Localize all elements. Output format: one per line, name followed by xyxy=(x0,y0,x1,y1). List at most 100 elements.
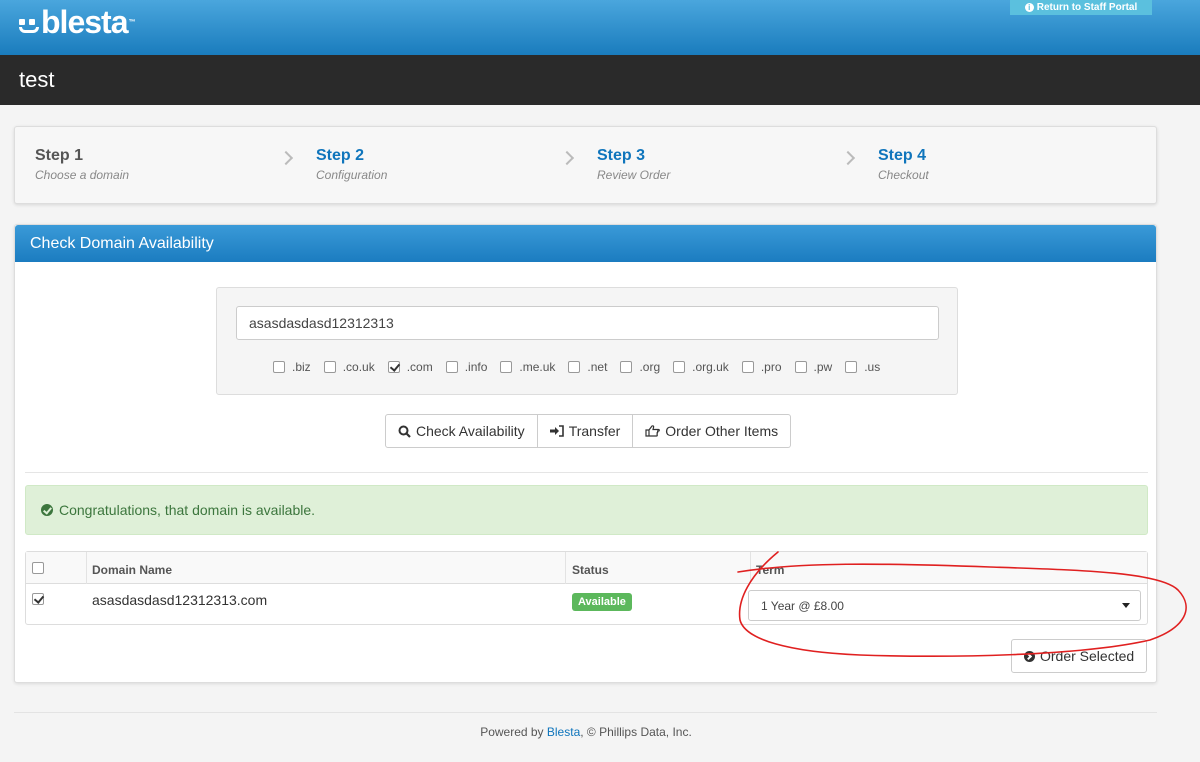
tld-label: .com xyxy=(406,360,433,374)
step-3[interactable]: Step 3 Review Order xyxy=(597,147,670,182)
chevron-right-icon xyxy=(559,150,575,166)
tld-checkbox[interactable] xyxy=(620,361,633,373)
table-header: Domain Name Status Term xyxy=(26,552,1147,584)
status-header: Status xyxy=(572,563,609,577)
logo-tm: ™ xyxy=(128,19,135,26)
order-selected-button[interactable]: Order Selected xyxy=(1011,639,1148,673)
tld-label: .us xyxy=(864,360,881,374)
tld-checkbox[interactable] xyxy=(445,361,458,373)
success-alert: Congratulations, that domain is availabl… xyxy=(25,485,1148,535)
domain-search-input[interactable] xyxy=(236,306,939,340)
step-subtitle: Choose a domain xyxy=(35,168,130,182)
divider xyxy=(25,472,1148,473)
tld-label: .org xyxy=(639,360,661,374)
step-4[interactable]: Step 4 Checkout xyxy=(878,147,929,182)
check-circle-icon xyxy=(41,504,53,516)
tld-option[interactable]: .org.uk xyxy=(673,360,729,374)
chevron-right-icon xyxy=(278,150,294,166)
tld-option[interactable]: .com xyxy=(387,360,433,374)
order-steps: Step 1 Choose a domain Step 2 Configurat… xyxy=(14,126,1157,204)
table-row: asasdasdasd12312313.com Available 1 Year… xyxy=(26,585,1147,625)
chevron-right-icon xyxy=(840,150,856,166)
search-well: .biz .co.uk .com .info .me.uk .net .org .org.uk… xyxy=(216,287,958,395)
tld-option[interactable]: .co.uk xyxy=(323,360,375,374)
order-other-items-button[interactable]: Order Other Items xyxy=(633,414,792,448)
tld-label: .biz xyxy=(292,360,311,374)
logo-text: blesta xyxy=(41,4,128,40)
page-title: test xyxy=(19,67,55,92)
tld-checkbox[interactable] xyxy=(794,361,807,373)
step-1: Step 1 Choose a domain xyxy=(35,147,129,182)
blesta-logo[interactable]: blesta ™ xyxy=(19,4,135,41)
domain-panel: Check Domain Availability .biz .co.uk .com… xyxy=(14,224,1157,683)
tld-label: .info xyxy=(464,360,488,374)
select-all-checkbox[interactable] xyxy=(32,562,44,574)
blesta-logo-icon xyxy=(19,18,39,33)
hand-pointer-icon xyxy=(645,425,661,437)
status-badge: Available xyxy=(572,593,632,611)
search-icon xyxy=(398,425,411,438)
step-title: Step 2 xyxy=(316,147,365,164)
tld-option[interactable]: .net xyxy=(568,360,607,374)
tld-option[interactable]: .us xyxy=(845,360,880,374)
footer-suffix: , © Phillips Data, Inc. xyxy=(580,725,692,739)
footer-prefix: Powered by xyxy=(480,725,547,739)
check-availability-button[interactable]: Check Availability xyxy=(385,414,538,448)
tld-option[interactable]: .pro xyxy=(741,360,782,374)
tld-label: .pw xyxy=(813,360,833,374)
tld-checkbox[interactable] xyxy=(845,361,858,373)
tld-checkbox[interactable] xyxy=(273,361,285,373)
panel-title: Check Domain Availability xyxy=(15,225,1156,262)
top-bar: blesta ™ i Return to Staff Portal xyxy=(0,0,1200,55)
term-select[interactable]: 1 Year @ £8.00 xyxy=(748,590,1141,621)
transfer-label: Transfer xyxy=(568,423,621,439)
tld-checkbox[interactable] xyxy=(323,361,336,373)
return-to-staff-portal-button[interactable]: i Return to Staff Portal xyxy=(1010,0,1152,15)
transfer-button[interactable]: Transfer xyxy=(537,414,634,448)
staff-portal-label: Return to Staff Portal xyxy=(1036,1,1138,13)
order-selected-label: Order Selected xyxy=(1040,648,1135,664)
step-subtitle: Review Order xyxy=(597,168,671,182)
row-select-checkbox[interactable] xyxy=(32,593,44,605)
blesta-link[interactable]: Blesta xyxy=(547,725,580,739)
footer-divider xyxy=(14,712,1157,713)
tld-label: .org.uk xyxy=(692,360,729,374)
chevron-circle-right-icon xyxy=(1024,650,1035,662)
column-divider xyxy=(750,552,751,584)
tld-checkbox[interactable] xyxy=(500,361,513,373)
term-selected-value: 1 Year @ £8.00 xyxy=(761,599,844,613)
tld-checkbox-list: .biz .co.uk .com .info .me.uk .net .org .org.uk… xyxy=(273,360,893,374)
tld-option[interactable]: .pw xyxy=(794,360,833,374)
title-bar: test xyxy=(0,55,1200,105)
tld-option[interactable]: .info xyxy=(445,360,488,374)
term-header: Term xyxy=(756,563,785,577)
tld-option[interactable]: .biz xyxy=(273,360,311,374)
step-title: Step 4 xyxy=(878,147,927,164)
step-subtitle: Checkout xyxy=(878,168,929,182)
column-divider xyxy=(565,552,566,584)
tld-checkbox[interactable] xyxy=(741,361,754,373)
domain-name-header: Domain Name xyxy=(92,563,173,577)
domain-name-cell: asasdasdasd12312313.com xyxy=(92,592,268,608)
tld-label: .co.uk xyxy=(342,360,375,374)
step-2[interactable]: Step 2 Configuration xyxy=(316,147,387,182)
step-subtitle: Configuration xyxy=(316,168,388,182)
tld-checkbox[interactable] xyxy=(387,361,400,373)
domain-results-table: Domain Name Status Term asasdasdasd12312… xyxy=(25,551,1148,625)
caret-down-icon xyxy=(1122,603,1130,608)
check-availability-label: Check Availability xyxy=(416,423,525,439)
tld-label: .net xyxy=(587,360,608,374)
footer: Powered by Blesta, © Phillips Data, Inc. xyxy=(0,725,1172,739)
tld-label: .pro xyxy=(760,360,782,374)
tld-checkbox[interactable] xyxy=(568,361,581,373)
tld-checkbox[interactable] xyxy=(673,361,686,373)
tld-option[interactable]: .me.uk xyxy=(500,360,555,374)
alert-message: Congratulations, that domain is availabl… xyxy=(59,502,316,518)
info-icon: i xyxy=(1024,3,1034,12)
tld-option[interactable]: .org xyxy=(620,360,660,374)
order-other-items-label: Order Other Items xyxy=(665,423,779,439)
tld-label: .me.uk xyxy=(519,360,556,374)
sign-in-icon xyxy=(549,425,564,437)
column-divider xyxy=(86,552,87,584)
step-title: Step 1 xyxy=(35,147,84,164)
